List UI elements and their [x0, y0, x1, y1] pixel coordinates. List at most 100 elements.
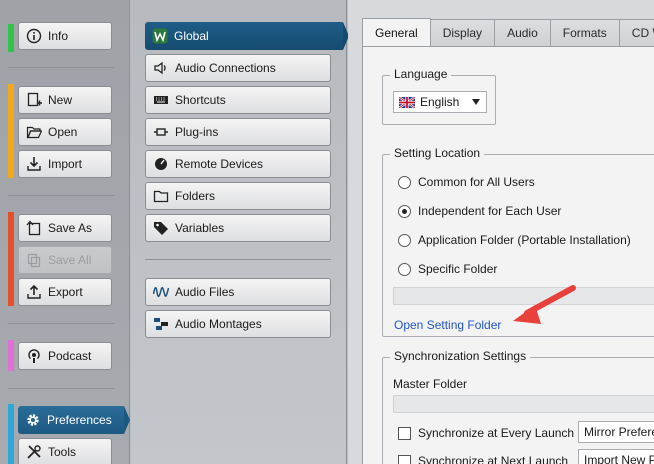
selection-arrow	[124, 406, 130, 434]
sync-next-launch-checkbox[interactable]	[398, 454, 411, 464]
sync-next-launch-value: Import New P	[584, 453, 654, 464]
category-remote-devices-label: Remote Devices	[175, 157, 264, 171]
master-folder-field[interactable]	[393, 395, 654, 413]
tools-label: Tools	[48, 445, 77, 459]
speaker-icon	[153, 60, 169, 76]
import-icon	[26, 156, 42, 172]
category-audio-connections[interactable]: Audio Connections	[145, 54, 331, 82]
file-color-bar	[8, 84, 14, 178]
export-label: Export	[48, 285, 83, 299]
category-global[interactable]: Global	[145, 22, 343, 50]
annotation-arrow	[513, 285, 576, 324]
open-label: Open	[48, 125, 78, 139]
save-all-icon	[26, 252, 42, 268]
podcast-label: Podcast	[48, 349, 92, 363]
category-shortcuts-label: Shortcuts	[175, 93, 226, 107]
radio-specific-folder[interactable]: Specific Folder	[398, 262, 497, 276]
save-color-bar	[8, 212, 14, 306]
master-folder-label: Master Folder	[393, 377, 468, 391]
radio-independent-user-label: Independent for Each User	[418, 204, 562, 218]
radio-common-users[interactable]: Common for All Users	[398, 175, 535, 189]
podcast-color-bar	[8, 340, 14, 371]
category-shortcuts[interactable]: Shortcuts	[145, 86, 331, 114]
sync-every-launch-select[interactable]: Mirror Prefere	[578, 421, 654, 443]
tab-audio[interactable]: Audio	[494, 19, 551, 46]
tab-display[interactable]: Display	[429, 19, 496, 46]
import-button[interactable]: Import	[18, 150, 112, 178]
radio-button-selected[interactable]	[398, 204, 411, 218]
new-label: New	[48, 93, 73, 107]
tag-icon	[153, 220, 169, 236]
category-audio-files[interactable]: Audio Files	[145, 278, 331, 306]
radio-button[interactable]	[398, 175, 411, 189]
tools-button[interactable]: Tools	[18, 438, 112, 464]
info-label: Info	[48, 29, 69, 43]
montage-icon	[153, 316, 169, 332]
settings-area: General Display Audio Formats CD W Langu…	[348, 0, 654, 464]
category-folders-label: Folders	[175, 189, 216, 203]
category-variables[interactable]: Variables	[145, 214, 331, 242]
sync-every-launch-checkbox[interactable]	[398, 426, 411, 440]
radio-independent-user[interactable]: Independent for Each User	[398, 204, 561, 218]
save-all-button[interactable]: Save All	[18, 246, 112, 274]
category-folders[interactable]: Folders	[145, 182, 331, 210]
preferences-button[interactable]: Preferences	[18, 406, 124, 434]
save-as-label: Save As	[48, 221, 93, 235]
info-button[interactable]: Info	[18, 22, 112, 50]
language-group: Language English	[382, 67, 496, 125]
category-remote-devices[interactable]: Remote Devices	[145, 150, 331, 178]
left-navigation: Info New Open Import Save As Save All Ex…	[0, 0, 130, 464]
podcast-icon	[26, 348, 42, 364]
tab-general[interactable]: General	[362, 18, 431, 46]
separator	[8, 388, 114, 389]
general-tab-panel: Language English Setting Location Common…	[362, 46, 654, 464]
open-button[interactable]: Open	[18, 118, 112, 146]
new-document-icon	[26, 92, 42, 108]
radio-button[interactable]	[398, 233, 411, 247]
separator	[8, 195, 114, 196]
category-plugins[interactable]: Plug-ins	[145, 118, 331, 146]
podcast-button[interactable]: Podcast	[18, 342, 112, 370]
category-plugins-label: Plug-ins	[175, 125, 219, 139]
export-button[interactable]: Export	[18, 278, 112, 306]
separator	[8, 323, 114, 324]
knob-icon	[153, 156, 169, 172]
info-color-bar	[8, 24, 14, 52]
save-all-label: Save All	[48, 253, 92, 267]
category-audio-montages[interactable]: Audio Montages	[145, 310, 331, 338]
preferences-color-bar	[8, 404, 14, 464]
save-as-button[interactable]: Save As	[18, 214, 112, 242]
synchronization-group: Synchronization Settings Master Folder S…	[382, 349, 654, 464]
dropdown-arrow-icon	[471, 94, 481, 110]
new-button[interactable]: New	[18, 86, 112, 114]
tab-cd-writing[interactable]: CD W	[618, 19, 654, 46]
sync-every-launch-row[interactable]: Synchronize at Every Launch	[398, 426, 574, 440]
open-setting-folder-link[interactable]: Open Setting Folder	[394, 318, 501, 332]
sync-every-launch-label: Synchronize at Every Launch	[418, 426, 575, 440]
save-as-icon	[26, 220, 42, 236]
keyboard-icon	[153, 92, 169, 108]
category-audio-files-label: Audio Files	[175, 285, 235, 299]
language-value: English	[420, 95, 460, 109]
sync-next-launch-select[interactable]: Import New P	[578, 449, 654, 464]
info-icon	[26, 28, 42, 44]
language-select[interactable]: English	[393, 91, 487, 113]
tab-bar: General Display Audio Formats CD W	[362, 18, 654, 46]
category-panel: Global Audio Connections Shortcuts Plug-…	[131, 0, 349, 464]
waveform-icon	[153, 284, 169, 300]
folder-icon	[153, 188, 169, 204]
sync-next-launch-label: Synchronize at Next Launch	[418, 454, 569, 464]
sync-every-launch-value: Mirror Prefere	[584, 425, 654, 439]
wavelab-logo-icon	[152, 28, 168, 44]
setting-location-title: Setting Location	[390, 146, 485, 160]
separator	[8, 67, 114, 68]
export-icon	[26, 284, 42, 300]
tab-formats[interactable]: Formats	[549, 19, 620, 46]
import-label: Import	[48, 157, 83, 171]
uk-flag-icon	[399, 96, 415, 108]
folder-open-icon	[26, 124, 42, 140]
category-global-label: Global	[174, 29, 209, 43]
sync-next-launch-row[interactable]: Synchronize at Next Launch	[398, 454, 568, 464]
radio-application-folder[interactable]: Application Folder (Portable Installatio…	[398, 233, 631, 247]
radio-button[interactable]	[398, 262, 411, 276]
